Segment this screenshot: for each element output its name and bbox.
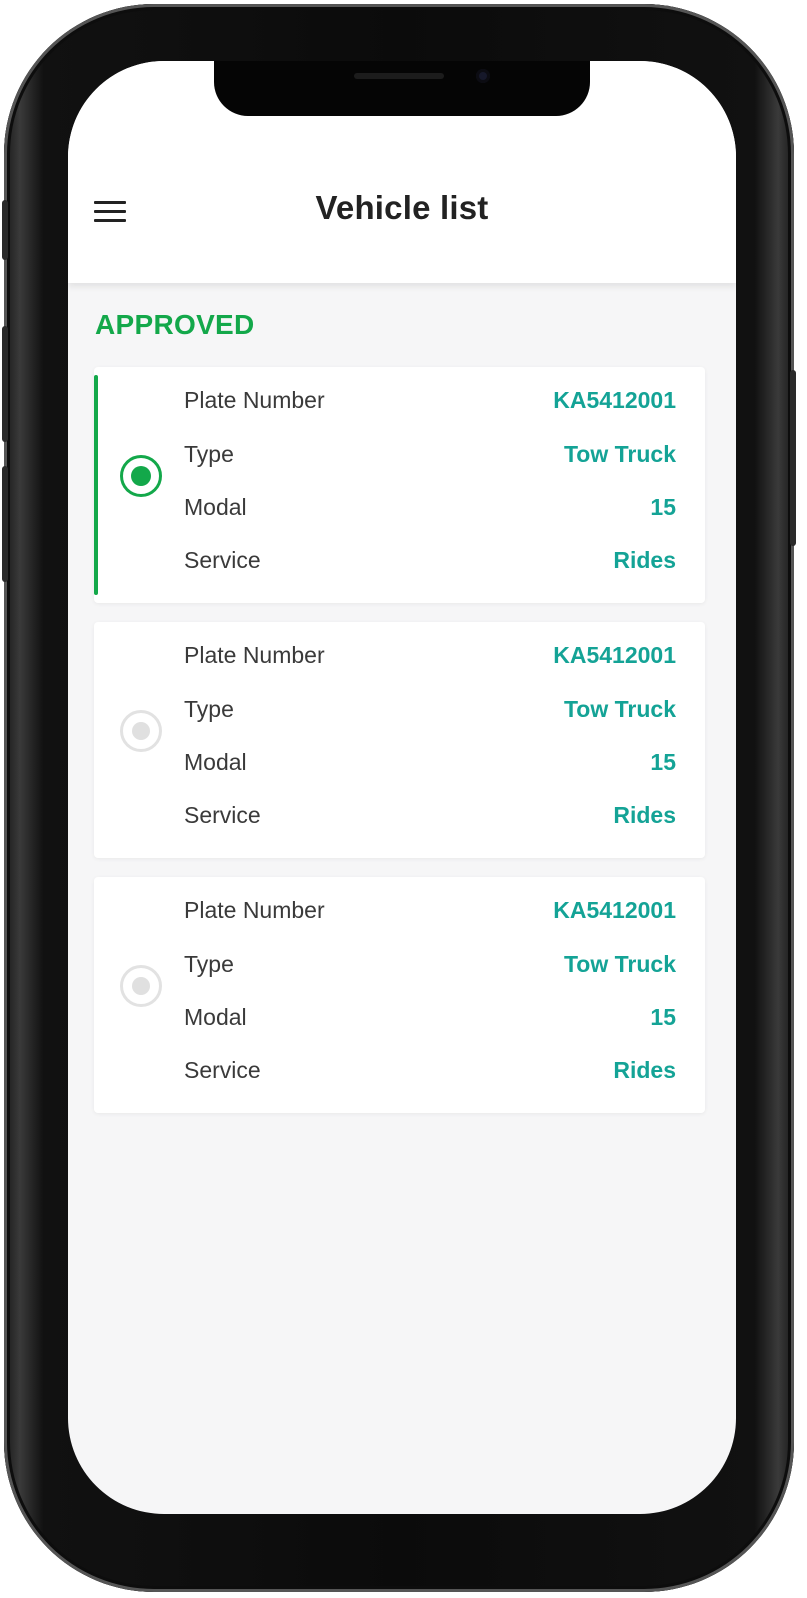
- plate-row: Plate Number KA5412001: [184, 897, 676, 927]
- plate-label: Plate Number: [184, 897, 325, 923]
- modal-row: Modal 15: [184, 749, 676, 779]
- plate-value: KA5412001: [553, 897, 676, 923]
- modal-value: 15: [650, 749, 676, 775]
- plate-value: KA5412001: [553, 387, 676, 413]
- vehicle-card[interactable]: Plate Number KA5412001 Type Tow Truck Mo…: [94, 367, 705, 603]
- modal-row: Modal 15: [184, 1004, 676, 1034]
- radio-dot-icon: [132, 977, 150, 995]
- notch: [214, 61, 590, 116]
- service-value: Rides: [613, 1057, 676, 1083]
- volume-up-button: [2, 326, 8, 442]
- speaker-grille: [354, 73, 444, 79]
- radio-dot-icon: [131, 466, 151, 486]
- modal-value: 15: [650, 494, 676, 520]
- vehicle-radio-button[interactable]: [120, 965, 162, 1007]
- plate-value: KA5412001: [553, 642, 676, 668]
- type-row: Type Tow Truck: [184, 441, 676, 471]
- service-value: Rides: [613, 802, 676, 828]
- plate-row: Plate Number KA5412001: [184, 642, 676, 672]
- service-value: Rides: [613, 547, 676, 573]
- app-screen: Vehicle list APPROVED Plate Number KA541…: [68, 61, 736, 1514]
- phone-frame: Vehicle list APPROVED Plate Number KA541…: [2, 4, 796, 1592]
- service-label: Service: [184, 547, 261, 573]
- plate-row: Plate Number KA5412001: [184, 387, 676, 417]
- type-value: Tow Truck: [563, 441, 676, 467]
- type-label: Type: [184, 951, 234, 977]
- power-button: [790, 370, 796, 546]
- service-row: Service Rides: [184, 1057, 676, 1087]
- service-row: Service Rides: [184, 802, 676, 832]
- plate-label: Plate Number: [184, 642, 325, 668]
- service-label: Service: [184, 1057, 261, 1083]
- volume-down-button: [2, 466, 8, 582]
- modal-value: 15: [650, 1004, 676, 1030]
- vehicle-radio-button[interactable]: [120, 710, 162, 752]
- type-label: Type: [184, 696, 234, 722]
- approved-section-label: APPROVED: [95, 309, 255, 340]
- modal-row: Modal 15: [184, 494, 676, 524]
- type-label: Type: [184, 441, 234, 467]
- vehicle-card[interactable]: Plate Number KA5412001 Type Tow Truck Mo…: [94, 622, 705, 858]
- type-value: Tow Truck: [563, 951, 676, 977]
- type-value: Tow Truck: [563, 696, 676, 722]
- service-label: Service: [184, 802, 261, 828]
- modal-label: Modal: [184, 1004, 247, 1030]
- modal-label: Modal: [184, 749, 247, 775]
- vehicle-card[interactable]: Plate Number KA5412001 Type Tow Truck Mo…: [94, 877, 705, 1113]
- modal-label: Modal: [184, 494, 247, 520]
- type-row: Type Tow Truck: [184, 696, 676, 726]
- front-camera-icon: [476, 69, 490, 83]
- service-row: Service Rides: [184, 547, 676, 577]
- type-row: Type Tow Truck: [184, 951, 676, 981]
- page-title: Vehicle list: [315, 189, 489, 226]
- plate-label: Plate Number: [184, 387, 325, 413]
- silent-switch: [2, 200, 8, 260]
- radio-dot-icon: [132, 722, 150, 740]
- vehicle-radio-button[interactable]: [120, 455, 162, 497]
